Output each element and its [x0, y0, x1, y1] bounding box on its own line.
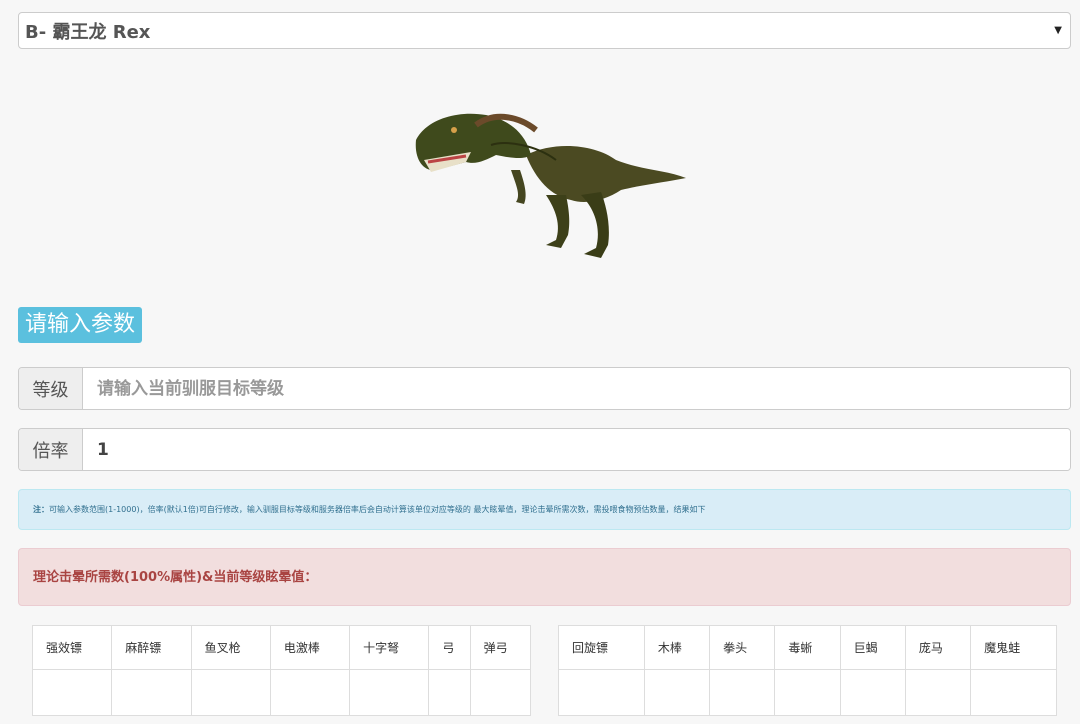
rex-illustration — [415, 113, 686, 258]
table-cell — [190, 669, 271, 716]
level-input-group: 等级 — [18, 367, 1071, 410]
table-cell — [904, 669, 972, 716]
table-header-cell: 强效镖 — [31, 625, 113, 670]
table-header-cell: 魔鬼蛙 — [970, 625, 1057, 670]
table-header-row: 强效镖 麻醉镖 鱼叉枪 电激棒 十字弩 弓 弹弓 — [31, 625, 532, 670]
level-input[interactable] — [83, 368, 1070, 409]
table-cell — [428, 669, 471, 716]
table-header-cell: 回旋镖 — [558, 625, 645, 670]
table-header-cell: 麻醉镖 — [111, 625, 192, 670]
chevron-down-icon[interactable]: ▼ — [1054, 25, 1062, 36]
table-header-row: 回旋镖 木棒 拳头 毒蜥 巨蝎 庞马 魔鬼蛙 — [558, 625, 1057, 670]
table-cell — [269, 669, 351, 716]
table-header-cell: 弓 — [428, 625, 471, 670]
note-prefix: 注： — [33, 505, 49, 514]
table-row — [558, 669, 1057, 716]
weapon-table-left: 强效镖 麻醉镖 鱼叉枪 电激棒 十字弩 弓 弹弓 — [31, 625, 532, 716]
table-cell — [970, 669, 1057, 716]
note-text: 可输入参数范围(1-1000)，倍率(默认1倍)可自行修改，输入驯服目标等级和服… — [49, 505, 706, 514]
table-header-cell: 弹弓 — [469, 625, 532, 670]
level-label: 等级 — [19, 368, 83, 409]
table-cell — [111, 669, 192, 716]
table-header-cell: 十字弩 — [349, 625, 430, 670]
table-header-cell: 鱼叉枪 — [190, 625, 271, 670]
creature-select-value: B- 霸王龙 Rex — [25, 21, 151, 43]
table-cell — [349, 669, 430, 716]
table-cell — [558, 669, 645, 716]
table-header-cell: 拳头 — [709, 625, 776, 670]
table-cell — [31, 669, 113, 716]
table-header-cell: 毒蜥 — [774, 625, 841, 670]
table-row — [31, 669, 532, 716]
table-header-cell: 木棒 — [643, 625, 711, 670]
info-note: 注：可输入参数范围(1-1000)，倍率(默认1倍)可自行修改，输入驯服目标等级… — [18, 489, 1071, 530]
result-title: 理论击晕所需数(100%属性)&当前等级眩晕值： — [18, 548, 1071, 606]
creature-select[interactable]: B- 霸王龙 Rex ▼ — [18, 12, 1071, 49]
table-cell — [469, 669, 532, 716]
table-header-cell: 巨蝎 — [839, 625, 906, 670]
table-cell — [643, 669, 711, 716]
multiplier-label: 倍率 — [19, 429, 83, 470]
table-cell — [839, 669, 906, 716]
table-cell — [709, 669, 776, 716]
multiplier-input[interactable] — [83, 429, 1070, 470]
creature-image — [396, 100, 692, 270]
table-header-cell: 电激棒 — [269, 625, 351, 670]
table-header-cell: 庞马 — [904, 625, 972, 670]
weapon-table-right: 回旋镖 木棒 拳头 毒蜥 巨蝎 庞马 魔鬼蛙 — [558, 625, 1057, 716]
table-cell — [774, 669, 841, 716]
section-title: 请输入参数 — [18, 307, 143, 343]
multiplier-input-group: 倍率 — [18, 428, 1071, 471]
